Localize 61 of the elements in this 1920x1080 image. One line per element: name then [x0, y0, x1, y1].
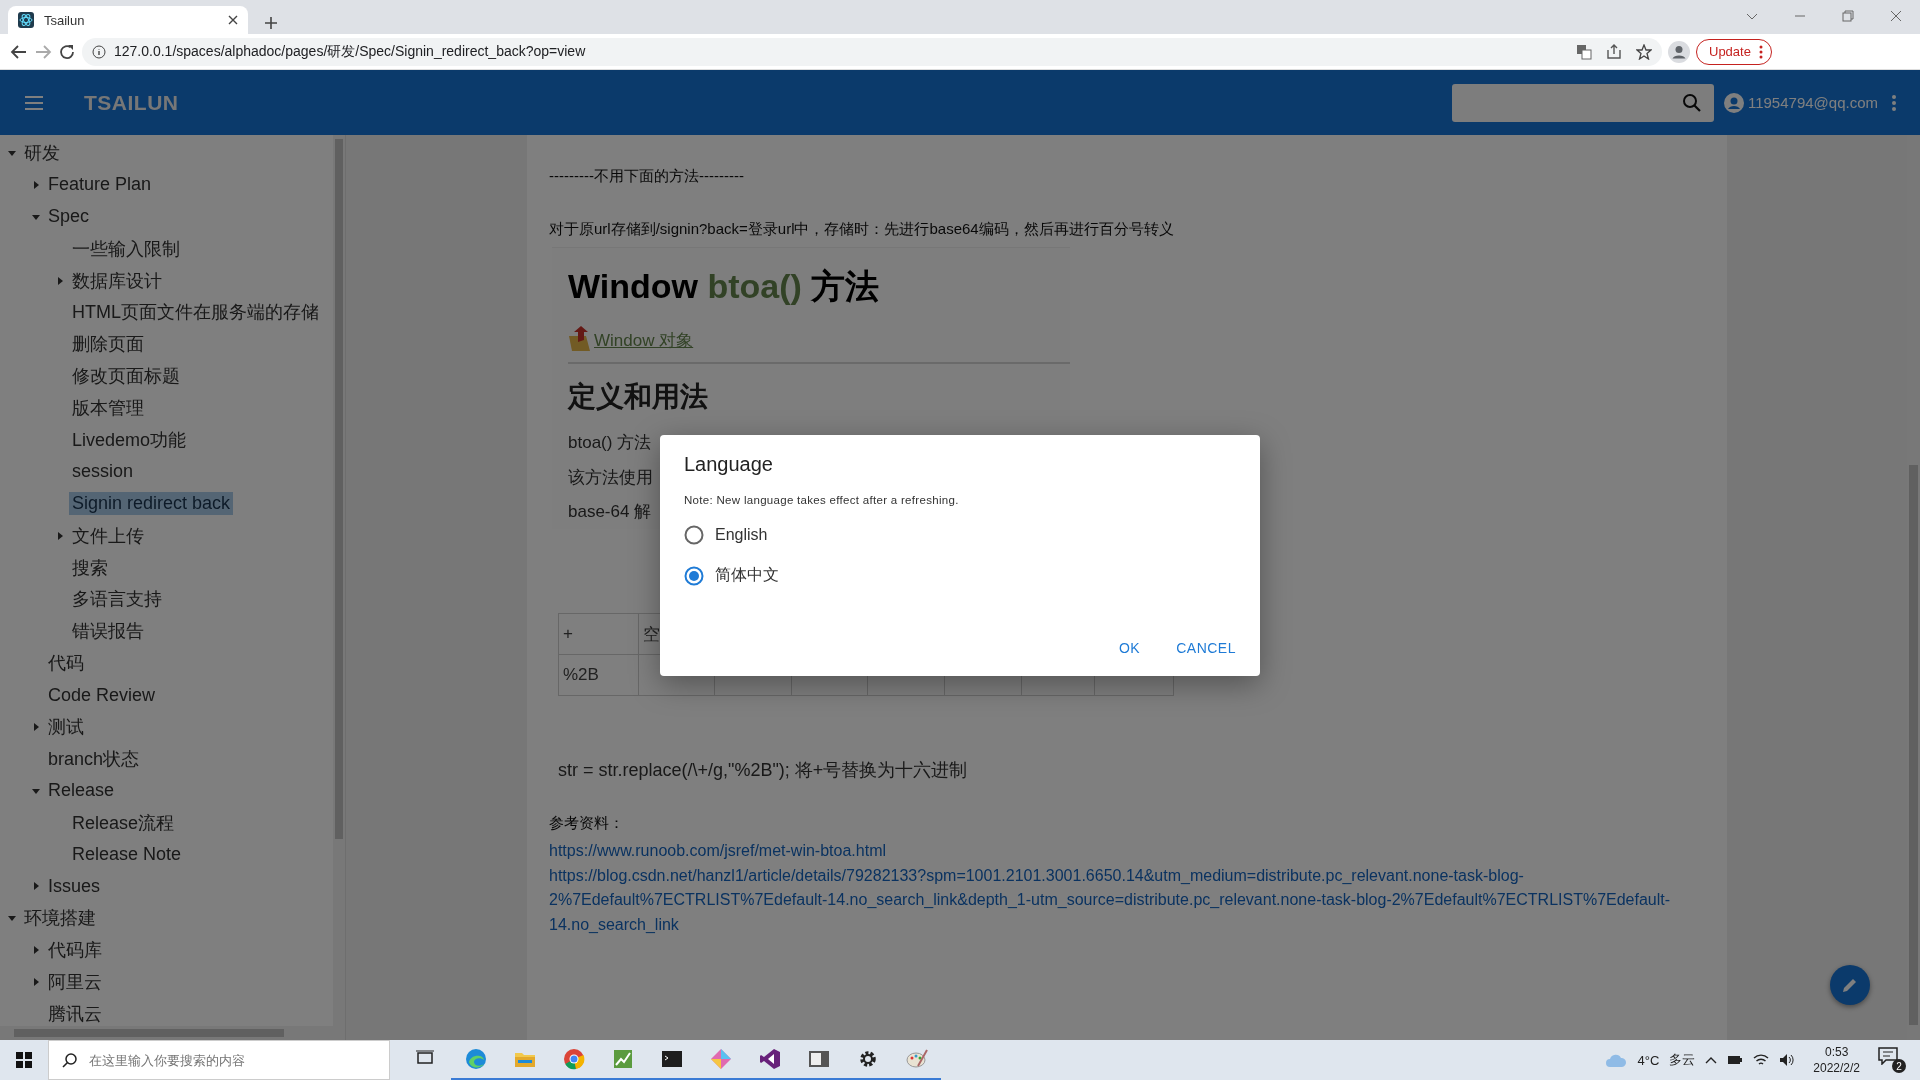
tree-item[interactable]: Feature Plan — [45, 173, 155, 197]
cancel-button[interactable]: CANCEL — [1162, 632, 1250, 664]
tree-item[interactable]: 腾讯云 — [45, 1001, 105, 1026]
update-button[interactable]: Update — [1696, 38, 1772, 65]
text-line: btoa() 方法 — [568, 432, 652, 454]
ok-button[interactable]: OK — [1104, 632, 1155, 664]
tree-item[interactable]: Release — [45, 779, 118, 803]
page-heading: Window btoa() 方法 — [568, 266, 881, 307]
tree-item[interactable]: 修改页面标题 — [69, 363, 183, 390]
tree-item[interactable]: 文件上传 — [69, 522, 147, 549]
browser-tab[interactable]: Tsailun — [8, 6, 248, 34]
tree-item[interactable]: Spec — [45, 205, 93, 229]
clock-date[interactable]: 2022/2/2 — [1813, 1060, 1860, 1076]
table-cell: + — [558, 613, 639, 655]
tree-item[interactable]: 测试 — [45, 713, 87, 740]
radio-label[interactable]: English — [715, 525, 768, 544]
address-bar[interactable]: 127.0.0.1/spaces/alphadoc/pages/研发/Spec/Signin_redirect_back?op=view — [82, 37, 1662, 66]
section-heading: 定义和用法 — [568, 380, 709, 414]
url-text: 127.0.0.1/spaces/alphadoc/pages/研发/Spec/Signin_redirect_back?op=view — [114, 42, 586, 61]
references-label: 参考资料： — [549, 814, 625, 833]
tree-item[interactable]: 阿里云 — [45, 969, 105, 996]
notification-badge: 2 — [1892, 1059, 1906, 1073]
temperature: 4°C — [1637, 1052, 1660, 1068]
tree-item[interactable]: Code Review — [45, 683, 159, 707]
tree-item[interactable]: 环境搭建 — [21, 905, 99, 932]
separator-note: ---------不用下面的方法--------- — [549, 167, 745, 186]
dialog-note: Note: New language takes effect after a refreshing. — [684, 494, 960, 506]
link[interactable]: https://www.runoob.com/jsref/met-win-btoa.html — [549, 839, 1699, 864]
tree-item[interactable]: 代码库 — [45, 937, 105, 964]
text-line: 该方法使用 — [568, 466, 653, 489]
link[interactable]: Window 对象 — [594, 329, 694, 352]
tree-item[interactable]: Release Note — [69, 843, 185, 867]
code-line: str = str.replace(/\+/g,"%2B"); 将+号替换为十六进制 — [558, 759, 969, 782]
app-title: TSAILUN — [84, 90, 179, 115]
tree-item[interactable]: 搜索 — [69, 554, 111, 581]
tree-item[interactable]: 多语言支持 — [69, 586, 165, 613]
link[interactable]: https://blog.csdn.net/hanzl1/article/details/79282133?spm=1001.2101.3001.6650.14&utm_medium=distribute.pc_relevant.none-task-blog-2%7Edefault%7ECTRLIST%7Edefault-14.no_search_link&depth_1-utm_source=distribute.pc_relevant.none-task-blog-2%7Edefault%7ECTRLIST%7Edefault-14.no_search_link — [549, 863, 1699, 937]
tree-item[interactable]: 删除页面 — [69, 331, 147, 358]
tree-item[interactable]: Livedemo功能 — [69, 426, 190, 453]
tree-item[interactable]: 代码 — [45, 650, 87, 677]
tree-item[interactable]: Issues — [45, 874, 104, 898]
table-cell: %2B — [558, 654, 639, 696]
weather: 多云 — [1669, 1051, 1696, 1069]
tree-item[interactable]: 研发 — [21, 139, 63, 166]
paragraph: 对于原url存储到/signin?back=登录url中，存储时：先进行base64编码，然后再进行百分号转义 — [549, 220, 1175, 239]
tree-item[interactable]: 版本管理 — [69, 395, 147, 422]
user-email[interactable]: 11954794@qq.com — [1747, 94, 1878, 111]
tree-item[interactable]: session — [69, 460, 137, 484]
text-line: base-64 解 — [568, 501, 652, 523]
search-field[interactable]: 在这里输入你要搜索的内容 — [48, 1040, 390, 1080]
tree-item[interactable]: branch状态 — [45, 745, 143, 772]
tree-item[interactable]: Signin redirect back — [69, 492, 234, 516]
tree-item[interactable]: 数据库设计 — [69, 267, 165, 294]
tab-title: Tsailun — [44, 12, 86, 28]
tree-item[interactable]: 错误报告 — [69, 618, 147, 645]
tree-item[interactable]: Release流程 — [69, 809, 178, 836]
clock-time[interactable]: 0:53 — [1824, 1044, 1849, 1060]
tree-item[interactable]: HTML页面文件在服务端的存储 — [69, 299, 322, 326]
dialog-title: Language — [684, 453, 774, 476]
tree-item[interactable]: 一些输入限制 — [69, 235, 183, 262]
radio-label[interactable]: 简体中文 — [715, 565, 779, 586]
